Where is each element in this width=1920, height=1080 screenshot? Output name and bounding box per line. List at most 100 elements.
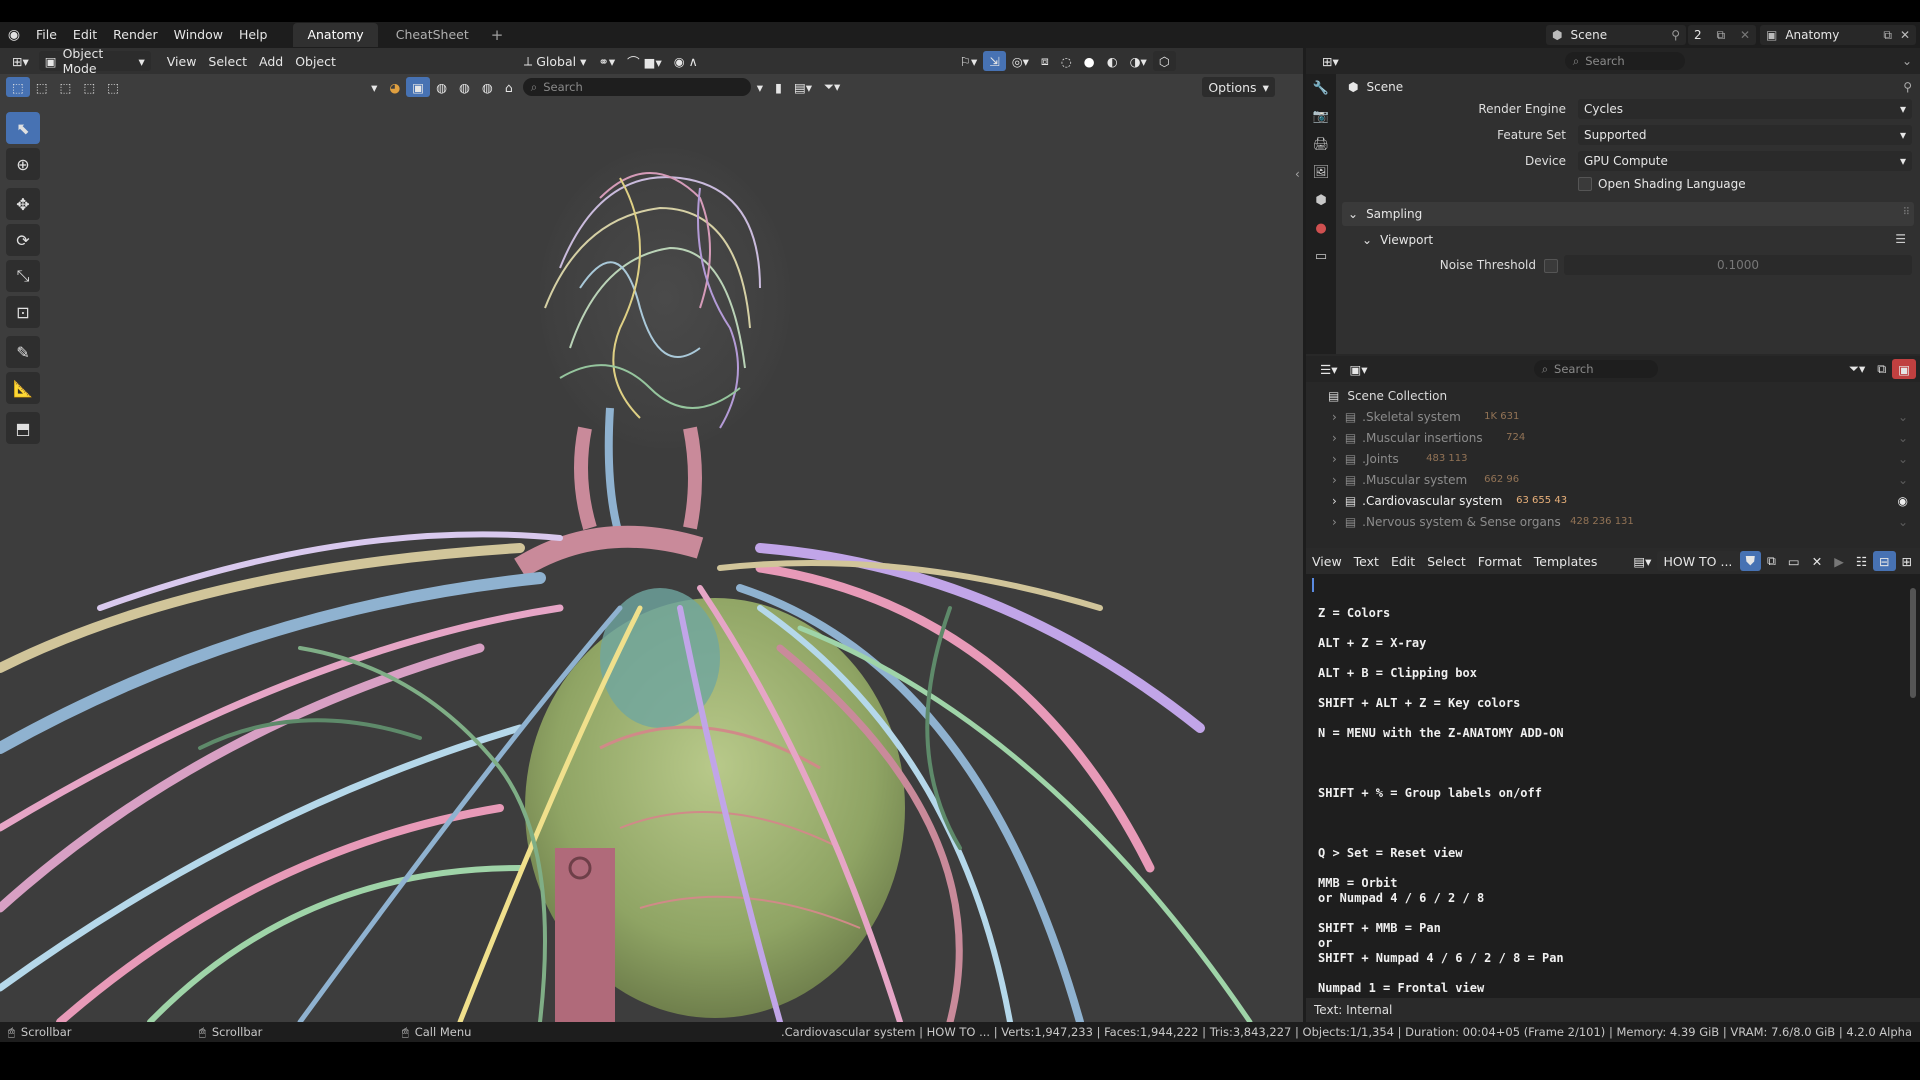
menu-view[interactable]: View: [1306, 551, 1348, 571]
transform-tool-icon[interactable]: ⊡: [6, 296, 40, 328]
menu-text[interactable]: Text: [1348, 551, 1385, 571]
word-wrap-icon[interactable]: ⊟: [1873, 551, 1896, 571]
display-mode-icon[interactable]: ▣▾: [1343, 359, 1373, 379]
move-tool-icon[interactable]: ✥: [6, 188, 40, 220]
filter-icon[interactable]: ⏷▾: [1843, 359, 1871, 379]
sampling-section[interactable]: ⌄ Sampling: [1348, 203, 1422, 225]
mode-selector[interactable]: ▣ Object Mode ▾: [38, 48, 151, 76]
osl-checkbox-row[interactable]: Open Shading Language: [1578, 173, 1746, 195]
gizmo-icon[interactable]: ⇲: [983, 51, 1006, 71]
rotate-tool-icon[interactable]: ⟳: [6, 224, 40, 256]
view-layer-tab-icon[interactable]: 🖼: [1306, 158, 1336, 186]
outliner-row[interactable]: › ▤ .Skeletal system 1K 631 ⌄: [1306, 406, 1920, 427]
copy-icon[interactable]: ⧉: [1717, 28, 1726, 43]
editor-type-icon[interactable]: ⊞▾: [6, 51, 35, 71]
text-scrollbar[interactable]: [1910, 588, 1916, 698]
copy-layer-icon[interactable]: ⧉: [1883, 28, 1892, 43]
annotate-tool-icon[interactable]: ✎: [6, 336, 40, 368]
close-icon[interactable]: ✕: [1740, 28, 1750, 42]
select-box-icon[interactable]: ⬚: [6, 77, 30, 97]
expand-icon[interactable]: ›: [1332, 515, 1337, 529]
view-mode-4-icon[interactable]: ◍: [476, 77, 499, 97]
color-wheel-icon[interactable]: ◕: [383, 77, 406, 97]
scale-tool-icon[interactable]: ⤡: [6, 260, 40, 292]
outliner-editor-icon[interactable]: ☰▾: [1314, 359, 1343, 379]
view-mode-1-icon[interactable]: ▣: [406, 77, 431, 97]
filter-collapse-icon[interactable]: ▾: [365, 77, 383, 97]
text-browse-icon[interactable]: ▤▾: [1627, 551, 1657, 571]
shading-solid-icon[interactable]: ●: [1078, 51, 1101, 71]
menu-format[interactable]: Format: [1472, 551, 1528, 571]
options-button[interactable]: Options ▾: [1202, 77, 1275, 97]
tab-anatomy[interactable]: Anatomy: [293, 23, 378, 47]
viewport-subsection[interactable]: ⌄ Viewport: [1362, 229, 1433, 251]
bookmark-icon[interactable]: ▮: [769, 77, 788, 97]
select-tool-icon[interactable]: ⬉: [6, 112, 40, 144]
properties-editor-icon[interactable]: ⊞▾: [1316, 51, 1345, 71]
visibility-toggle-icon[interactable]: ⌄: [1898, 452, 1908, 466]
menu-select[interactable]: Select: [202, 51, 253, 71]
orientation-selector[interactable]: ⟂ Global ▾: [518, 51, 593, 71]
outliner-row[interactable]: › ▤ .Nervous system & Sense organs 428 2…: [1306, 511, 1920, 532]
pin-icon[interactable]: ⚲: [1671, 28, 1680, 42]
pivot-icon[interactable]: ⚭▾: [592, 51, 621, 71]
outliner-row[interactable]: › ▤ .Muscular system 662 96 ⌄: [1306, 469, 1920, 490]
view-layer-selector[interactable]: ▣ Anatomy ⧉ ✕: [1760, 25, 1916, 45]
scene-selector[interactable]: ⬢ Scene ⚲: [1546, 25, 1686, 45]
scene-collection-row[interactable]: ▤ Scene Collection: [1306, 385, 1920, 406]
menu-edit[interactable]: Edit: [1385, 551, 1421, 571]
text-file-selector[interactable]: HOW TO ...: [1657, 551, 1740, 571]
blender-logo-icon[interactable]: ◉: [0, 22, 28, 48]
select-extend-icon[interactable]: ⬚: [30, 77, 54, 97]
close-layer-icon[interactable]: ✕: [1900, 28, 1910, 42]
noise-threshold-checkbox[interactable]: [1544, 259, 1558, 273]
add-workspace-icon[interactable]: +: [483, 26, 512, 44]
collection-tab-icon[interactable]: ▭: [1306, 242, 1336, 270]
viewport-search-input[interactable]: ⌕ Search: [522, 78, 751, 96]
eye-icon[interactable]: ◉: [1898, 494, 1908, 508]
menu-view[interactable]: View: [161, 51, 203, 71]
expand-icon[interactable]: ›: [1332, 431, 1337, 445]
chevron-down-icon[interactable]: ⌄: [1902, 54, 1912, 68]
measure-tool-icon[interactable]: 📐: [6, 372, 40, 404]
scene-tab-icon[interactable]: ⬢: [1306, 186, 1336, 214]
menu-object[interactable]: Object: [289, 51, 342, 71]
line-numbers-icon[interactable]: ☷: [1850, 551, 1873, 571]
dropdown-icon[interactable]: ▾: [751, 77, 769, 97]
outliner-search-input[interactable]: ⌕ Search: [1533, 360, 1658, 378]
select-intersect-icon[interactable]: ⬚: [101, 77, 125, 97]
visibility-toggle-icon[interactable]: ⌄: [1898, 431, 1908, 445]
menu-add[interactable]: Add: [253, 51, 289, 71]
view-mode-3-icon[interactable]: ◍: [453, 77, 476, 97]
render-engine-dropdown[interactable]: Cycles ▾: [1578, 99, 1912, 119]
properties-search-input[interactable]: ⌕ Search: [1564, 52, 1685, 70]
snap-icon[interactable]: ⌒ ■▾: [621, 51, 668, 71]
select-subtract-icon[interactable]: ⬚: [54, 77, 78, 97]
xray-icon[interactable]: ⧈: [1035, 51, 1055, 71]
menu-render[interactable]: Render: [105, 22, 166, 48]
menu-window[interactable]: Window: [166, 22, 231, 48]
expand-icon[interactable]: ›: [1332, 410, 1337, 424]
shading-material-icon[interactable]: ◐: [1101, 51, 1124, 71]
pin-icon[interactable]: ⚲: [1903, 80, 1912, 94]
feature-set-dropdown[interactable]: Supported ▾: [1578, 125, 1912, 145]
cursor-tool-icon[interactable]: ⊕: [6, 148, 40, 180]
select-invert-icon[interactable]: ⬚: [77, 77, 101, 97]
expand-icon[interactable]: ›: [1332, 473, 1337, 487]
view-mode-2-icon[interactable]: ◍: [430, 77, 453, 97]
layout-icon[interactable]: ▤▾: [788, 77, 818, 97]
unlink-icon[interactable]: ✕: [1806, 551, 1828, 571]
shading-rendered-icon[interactable]: ◑▾: [1124, 51, 1153, 71]
world-tab-icon[interactable]: ●: [1306, 214, 1336, 242]
render-region-icon[interactable]: ⬡: [1152, 51, 1176, 71]
menu-file[interactable]: File: [28, 22, 65, 48]
list-icon[interactable]: ☰: [1895, 232, 1906, 246]
overlay-icon[interactable]: ◎▾: [1006, 51, 1035, 71]
fake-user-icon[interactable]: ⛊: [1739, 551, 1761, 571]
view-mode-5-icon[interactable]: ⌂: [499, 77, 519, 97]
render-tab-icon[interactable]: 📷: [1306, 102, 1336, 130]
device-dropdown[interactable]: GPU Compute ▾: [1578, 151, 1912, 171]
add-cube-tool-icon[interactable]: ⬒: [6, 412, 40, 444]
scene-count-box[interactable]: 2 ⧉ ✕: [1688, 25, 1756, 45]
menu-select[interactable]: Select: [1421, 551, 1472, 571]
